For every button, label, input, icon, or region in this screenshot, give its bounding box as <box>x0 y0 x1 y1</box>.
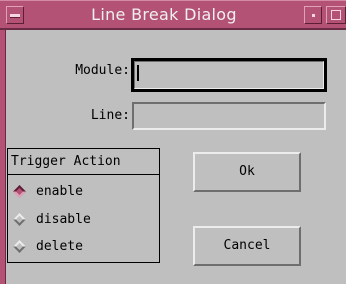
radio-selected-icon <box>13 185 26 198</box>
radio-enable-label: enable <box>36 184 83 199</box>
cancel-button[interactable]: Cancel <box>193 226 301 266</box>
radio-unselected-icon <box>13 213 26 226</box>
radio-disable[interactable]: disable <box>8 209 158 231</box>
text-caret <box>137 65 139 81</box>
line-break-dialog-window: Line Break Dialog Module: Line: Trigger … <box>0 0 346 284</box>
module-label: Module: <box>75 63 130 78</box>
radio-delete[interactable]: delete <box>8 236 158 258</box>
dialog-content: Module: Line: Trigger Action enable disa… <box>6 30 346 284</box>
trigger-action-group: Trigger Action enable disable delete <box>7 148 160 263</box>
line-field[interactable] <box>132 102 326 130</box>
ok-button[interactable]: Ok <box>193 152 301 192</box>
window-title: Line Break Dialog <box>91 5 237 24</box>
radio-enable[interactable]: enable <box>8 181 158 203</box>
window-menu-icon[interactable] <box>6 6 24 24</box>
radio-unselected-icon <box>13 240 26 253</box>
radio-disable-label: disable <box>36 212 91 227</box>
radio-delete-label: delete <box>36 239 83 254</box>
module-field[interactable] <box>131 58 327 92</box>
trigger-action-title: Trigger Action <box>8 149 159 175</box>
title-bar[interactable]: Line Break Dialog <box>0 0 346 30</box>
minimize-icon[interactable] <box>304 6 322 24</box>
line-label: Line: <box>90 108 130 123</box>
maximize-icon[interactable] <box>326 6 346 24</box>
